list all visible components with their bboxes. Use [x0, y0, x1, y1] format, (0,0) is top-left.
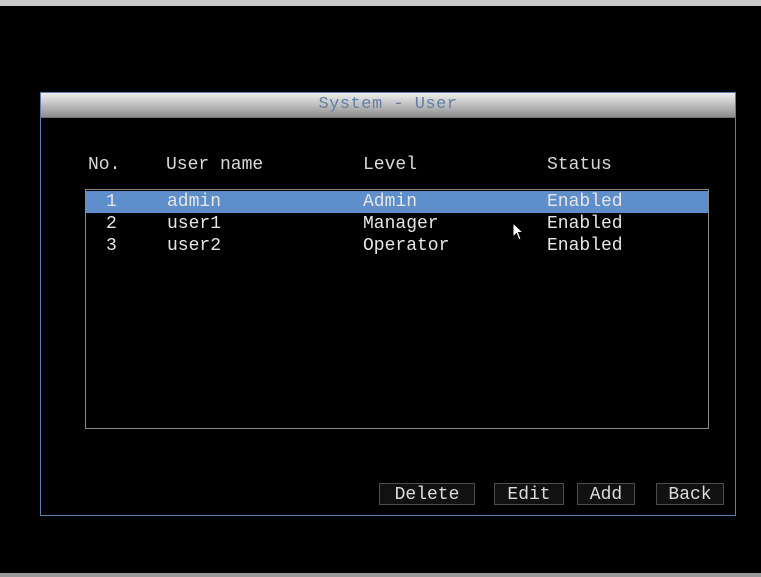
- column-header-username: User name: [166, 155, 264, 175]
- row-level: Admin: [363, 192, 418, 212]
- screen-bottom-bar: [0, 573, 761, 577]
- user-list[interactable]: 1 admin Admin Enabled 2 user1 Manager En…: [85, 189, 709, 429]
- back-button[interactable]: Back: [656, 483, 724, 505]
- mouse-pointer-icon: [512, 222, 525, 241]
- edit-button[interactable]: Edit: [494, 483, 564, 505]
- column-header-no: No.: [88, 155, 121, 175]
- table-row[interactable]: 1 admin Admin Enabled: [86, 191, 708, 213]
- row-level: Operator: [363, 236, 450, 256]
- system-user-dialog: System - User No. User name Level Status…: [40, 92, 736, 516]
- column-header-status: Status: [547, 155, 612, 175]
- row-username: user2: [167, 236, 222, 256]
- screen-top-bar: [0, 0, 761, 6]
- row-status: Enabled: [547, 214, 623, 234]
- row-no: 1: [106, 192, 117, 212]
- column-header-level: Level: [363, 155, 418, 175]
- table-row[interactable]: 2 user1 Manager Enabled: [86, 213, 708, 235]
- dialog-title: System - User: [318, 95, 458, 114]
- row-status: Enabled: [547, 192, 623, 212]
- row-username: admin: [167, 192, 222, 212]
- table-row[interactable]: 3 user2 Operator Enabled: [86, 235, 708, 257]
- row-no: 3: [106, 236, 117, 256]
- row-level: Manager: [363, 214, 439, 234]
- row-no: 2: [106, 214, 117, 234]
- add-button[interactable]: Add: [577, 483, 635, 505]
- delete-button[interactable]: Delete: [379, 483, 475, 505]
- dialog-titlebar: System - User: [41, 93, 735, 118]
- row-status: Enabled: [547, 236, 623, 256]
- row-username: user1: [167, 214, 222, 234]
